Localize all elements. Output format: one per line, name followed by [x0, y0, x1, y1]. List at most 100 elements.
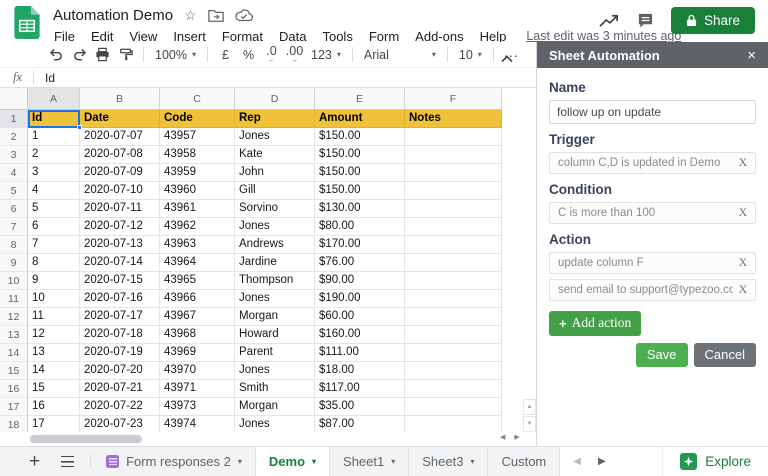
header-cell[interactable]: Amount	[315, 110, 405, 128]
data-cell[interactable]: 2020-07-22	[80, 398, 160, 416]
comment-icon[interactable]	[637, 12, 654, 29]
data-cell[interactable]: 8	[28, 254, 80, 272]
cloud-status-icon[interactable]	[235, 9, 253, 22]
chevron-down-icon[interactable]: ▾	[391, 457, 395, 466]
data-cell[interactable]: John	[235, 164, 315, 182]
data-cell[interactable]: Jardine	[235, 254, 315, 272]
data-cell[interactable]: 43958	[160, 146, 235, 164]
data-cell[interactable]: 43957	[160, 128, 235, 146]
data-cell[interactable]: 2020-07-13	[80, 236, 160, 254]
data-cell[interactable]: Kate	[235, 146, 315, 164]
data-cell[interactable]: $60.00	[315, 308, 405, 326]
chevron-down-icon[interactable]: ▾	[470, 457, 474, 466]
tab-scroll-left-icon[interactable]: ◀	[573, 456, 581, 467]
scroll-right-icon[interactable]: ▶	[514, 433, 519, 441]
data-cell[interactable]: 43963	[160, 236, 235, 254]
number-format-menu[interactable]: 123 ▾	[306, 48, 346, 62]
tab-demo[interactable]: Demo▾	[256, 447, 330, 476]
add-action-button[interactable]: + Add action	[549, 311, 641, 336]
data-cell[interactable]	[405, 326, 502, 344]
data-cell[interactable]: 2020-07-07	[80, 128, 160, 146]
data-cell[interactable]	[405, 416, 502, 432]
data-cell[interactable]: 10	[28, 290, 80, 308]
decrease-decimal-button[interactable]: .0←	[260, 44, 283, 66]
data-cell[interactable]: $150.00	[315, 182, 405, 200]
data-cell[interactable]: Jones	[235, 290, 315, 308]
data-cell[interactable]: 2020-07-23	[80, 416, 160, 432]
data-cell[interactable]: 43959	[160, 164, 235, 182]
row-number-6[interactable]: 6	[0, 200, 28, 218]
star-icon[interactable]: ☆	[184, 8, 197, 22]
save-button[interactable]: Save	[636, 343, 688, 367]
header-cell[interactable]: Notes	[405, 110, 502, 128]
font-select[interactable]: Arial ▾	[359, 48, 441, 62]
data-cell[interactable]: 2020-07-18	[80, 326, 160, 344]
percent-format-button[interactable]: %	[237, 44, 260, 66]
vertical-scrollbar[interactable]: ▲ ▼	[523, 110, 536, 432]
row-number-17[interactable]: 17	[0, 398, 28, 416]
data-cell[interactable]: Jones	[235, 416, 315, 432]
row-number-16[interactable]: 16	[0, 380, 28, 398]
data-cell[interactable]: Howard	[235, 326, 315, 344]
tab-sheet1[interactable]: Sheet1▾	[330, 447, 409, 476]
data-cell[interactable]: $90.00	[315, 272, 405, 290]
data-cell[interactable]: 43974	[160, 416, 235, 432]
document-title[interactable]: Automation Demo	[53, 7, 173, 24]
data-cell[interactable]: 4	[28, 182, 80, 200]
data-cell[interactable]: 14	[28, 362, 80, 380]
data-cell[interactable]: 2020-07-10	[80, 182, 160, 200]
data-cell[interactable]: 2020-07-19	[80, 344, 160, 362]
data-cell[interactable]: Jones	[235, 128, 315, 146]
close-icon[interactable]: ×	[747, 48, 756, 63]
data-cell[interactable]: $76.00	[315, 254, 405, 272]
row-number-8[interactable]: 8	[0, 236, 28, 254]
column-header-f[interactable]: F	[405, 88, 502, 110]
row-number-7[interactable]: 7	[0, 218, 28, 236]
data-cell[interactable]	[405, 380, 502, 398]
remove-trigger-chip-icon[interactable]: X	[733, 157, 747, 169]
data-cell[interactable]: Thompson	[235, 272, 315, 290]
scroll-down-icon[interactable]: ▼	[523, 416, 536, 432]
data-cell[interactable]	[405, 218, 502, 236]
grid-corner[interactable]	[0, 88, 28, 110]
explore-button[interactable]: Explore	[662, 447, 768, 476]
redo-icon[interactable]	[68, 44, 91, 66]
header-cell[interactable]: Rep	[235, 110, 315, 128]
data-cell[interactable]: 2020-07-16	[80, 290, 160, 308]
data-cell[interactable]: 43962	[160, 218, 235, 236]
data-cell[interactable]: 43970	[160, 362, 235, 380]
undo-icon[interactable]	[45, 44, 68, 66]
data-cell[interactable]: $111.00	[315, 344, 405, 362]
data-cell[interactable]: 12	[28, 326, 80, 344]
print-icon[interactable]	[91, 44, 114, 66]
formula-bar-value[interactable]: Id	[45, 71, 55, 85]
data-cell[interactable]: 13	[28, 344, 80, 362]
row-number-11[interactable]: 11	[0, 290, 28, 308]
tab-form-responses-2[interactable]: Form responses 2▾	[93, 447, 256, 476]
data-cell[interactable]: 2020-07-12	[80, 218, 160, 236]
data-cell[interactable]: 43966	[160, 290, 235, 308]
data-cell[interactable]: Jones	[235, 362, 315, 380]
remove-condition-chip-icon[interactable]: X	[733, 207, 747, 219]
data-cell[interactable]: 17	[28, 416, 80, 432]
paint-format-icon[interactable]	[114, 44, 137, 66]
remove-action-chip-icon[interactable]: X	[733, 284, 747, 296]
data-cell[interactable]: 1	[28, 128, 80, 146]
data-cell[interactable]: Jones	[235, 218, 315, 236]
data-cell[interactable]	[405, 200, 502, 218]
data-cell[interactable]	[405, 344, 502, 362]
data-cell[interactable]: 9	[28, 272, 80, 290]
data-cell[interactable]: $35.00	[315, 398, 405, 416]
font-size-select[interactable]: 10 ▾	[454, 48, 487, 62]
data-cell[interactable]: 2020-07-15	[80, 272, 160, 290]
scroll-up-icon[interactable]: ▲	[523, 399, 536, 415]
data-cell[interactable]: 43968	[160, 326, 235, 344]
row-number-2[interactable]: 2	[0, 128, 28, 146]
scroll-left-icon[interactable]: ◀	[500, 433, 505, 441]
data-cell[interactable]: 43965	[160, 272, 235, 290]
data-cell[interactable]	[405, 272, 502, 290]
row-number-12[interactable]: 12	[0, 308, 28, 326]
cancel-button[interactable]: Cancel	[694, 343, 756, 367]
move-to-folder-icon[interactable]	[208, 9, 224, 22]
data-cell[interactable]: 43964	[160, 254, 235, 272]
